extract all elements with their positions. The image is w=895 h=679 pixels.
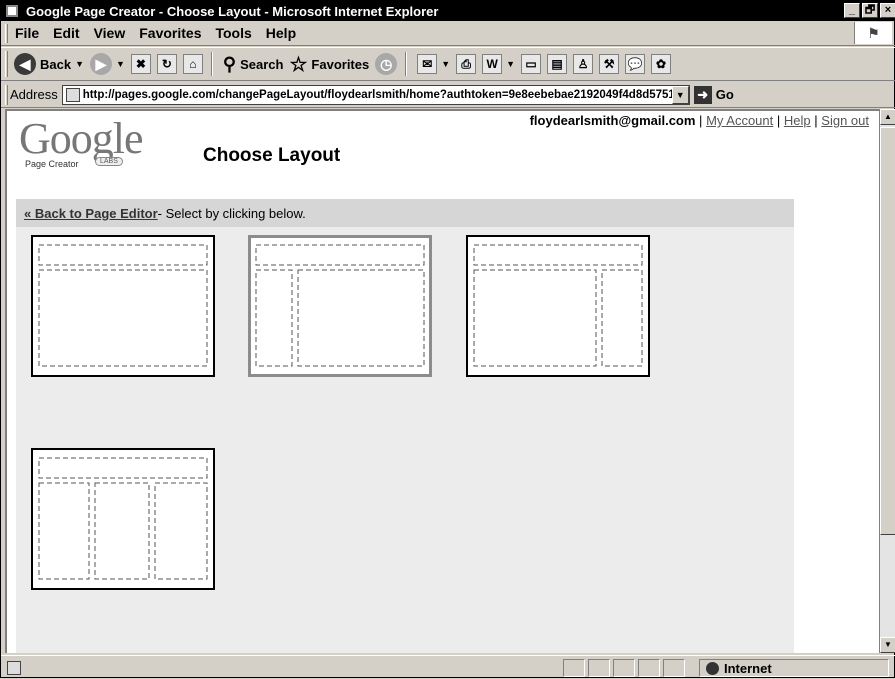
layout-option-three-column[interactable] (31, 448, 215, 590)
minimize-button[interactable]: _ (844, 3, 860, 18)
standard-toolbar: ◀ Back ▼ ▶ ▼ ✖ ↻ ⌂ ⚲ Search ☆ Favorites … (1, 47, 895, 81)
windows-flag-icon: ⚑ (854, 22, 892, 44)
layout-option-left-sidebar[interactable] (248, 235, 432, 377)
globe-icon (706, 661, 719, 675)
page-status-icon (7, 660, 21, 675)
history-icon: ◷ (375, 53, 398, 75)
layout-diagram (255, 244, 425, 367)
discuss-icon: ▭ (521, 54, 542, 74)
toolbar-separator (405, 52, 408, 76)
discuss-button[interactable]: ▭ (521, 54, 542, 74)
chat-bubble-icon: 💬 (625, 54, 646, 74)
home-button[interactable]: ⌂ (182, 54, 203, 74)
search-button[interactable]: ⚲ Search (223, 54, 284, 75)
google-page-creator-logo: Google Page Creator LABS (19, 114, 144, 170)
address-bar: Address ▼ ➜ Go (1, 82, 895, 108)
stop-icon: ✖ (130, 54, 151, 74)
back-button[interactable]: ◀ Back ▼ (14, 53, 84, 75)
layout-panel: « Back to Page Editor - Select by clicki… (16, 199, 794, 653)
layout-diagram (38, 244, 208, 367)
stop-button[interactable]: ✖ (130, 54, 151, 74)
back-to-page-editor-link[interactable]: « Back to Page Editor (24, 206, 158, 221)
tools-button[interactable]: ⚒ (599, 54, 620, 74)
chevron-down-icon[interactable]: ▼ (441, 59, 450, 69)
menu-help[interactable]: Help (259, 25, 303, 41)
search-icon: ⚲ (222, 53, 237, 74)
my-account-link[interactable]: My Account (706, 113, 773, 128)
browser-window: Google Page Creator - Choose Layout - Mi… (0, 0, 895, 678)
toolbar-separator (210, 52, 213, 76)
maximize-button[interactable]: 🗗 (862, 3, 878, 18)
help-link[interactable]: Help (784, 113, 811, 128)
menu-edit[interactable]: Edit (46, 25, 86, 41)
address-grip (5, 84, 8, 105)
chevron-down-icon[interactable]: ▼ (116, 59, 125, 69)
user-email: floydearlsmith@gmail.com (529, 113, 696, 128)
people-icon: ♙ (573, 54, 594, 74)
menu-file[interactable]: File (8, 25, 46, 41)
user-links: floydearlsmith@gmail.com | My Account | … (529, 113, 869, 128)
scroll-down-button[interactable]: ▼ (880, 637, 895, 653)
layout-diagram (38, 457, 208, 580)
toolbar-grip (5, 51, 8, 77)
edit-button[interactable]: W ▼ (482, 54, 515, 74)
scroll-up-button[interactable]: ▲ (880, 109, 895, 125)
history-button[interactable]: ◷ (375, 53, 398, 75)
chevron-down-icon[interactable]: ▼ (75, 59, 84, 69)
mail-button[interactable]: ✉ ▼ (417, 54, 450, 74)
menu-favorites[interactable]: Favorites (132, 25, 208, 41)
security-zone: Internet (699, 659, 889, 677)
mail-icon: ✉ (417, 54, 438, 74)
go-button[interactable]: ➜ Go (693, 85, 734, 104)
favorites-button[interactable]: ☆ Favorites (289, 52, 369, 77)
research-icon: ▤ (547, 54, 568, 74)
instruction-text: - Select by clicking below. (157, 205, 306, 221)
refresh-button[interactable]: ↻ (156, 54, 177, 74)
url-input[interactable] (82, 88, 673, 101)
research-button[interactable]: ▤ (547, 54, 568, 74)
butterfly-icon: ✿ (651, 54, 672, 74)
menu-view[interactable]: View (87, 25, 133, 41)
title-bar: Google Page Creator - Choose Layout - Mi… (1, 1, 895, 21)
menu-bar: File Edit View Favorites Tools Help ⚑ (1, 21, 895, 46)
word-icon: W (482, 54, 503, 74)
home-icon: ⌂ (182, 54, 203, 74)
sign-out-link[interactable]: Sign out (821, 113, 869, 128)
tools-icon: ⚒ (599, 54, 620, 74)
chat-button[interactable]: 💬 (625, 54, 646, 74)
page-title: Choose Layout (203, 145, 341, 166)
status-bar: Internet (1, 655, 895, 679)
star-icon: ☆ (289, 53, 308, 76)
window-title: Google Page Creator - Choose Layout - Mi… (26, 3, 439, 19)
vertical-scrollbar[interactable]: ▲ ▼ (879, 109, 895, 653)
address-label: Address (10, 87, 58, 102)
forward-button[interactable]: ▶ ▼ (90, 53, 125, 75)
breadcrumb: « Back to Page Editor - Select by clicki… (16, 199, 794, 227)
page-icon (65, 87, 80, 102)
back-arrow-icon: ◀ (14, 53, 36, 75)
chevron-down-icon[interactable]: ▼ (506, 59, 515, 69)
print-icon: ⎙ (456, 54, 477, 74)
ie-app-icon (4, 3, 20, 19)
menu-tools[interactable]: Tools (208, 25, 258, 41)
page-viewport: Google Page Creator LABS Choose Layout f… (5, 109, 879, 653)
print-button[interactable]: ⎙ (456, 54, 477, 74)
go-arrow-icon: ➜ (693, 85, 712, 104)
layout-diagram (473, 244, 643, 367)
layout-option-one-column[interactable] (31, 235, 215, 377)
close-button[interactable]: × (880, 3, 895, 18)
address-field[interactable]: ▼ (61, 84, 690, 105)
forward-arrow-icon: ▶ (90, 53, 112, 75)
refresh-icon: ↻ (156, 54, 177, 74)
messenger-button[interactable]: ♙ (573, 54, 594, 74)
scroll-thumb[interactable] (880, 127, 895, 535)
status-panes (563, 659, 688, 677)
chevron-down-icon[interactable]: ▼ (671, 85, 689, 104)
butterfly-button[interactable]: ✿ (651, 54, 672, 74)
layout-option-right-sidebar[interactable] (466, 235, 650, 377)
